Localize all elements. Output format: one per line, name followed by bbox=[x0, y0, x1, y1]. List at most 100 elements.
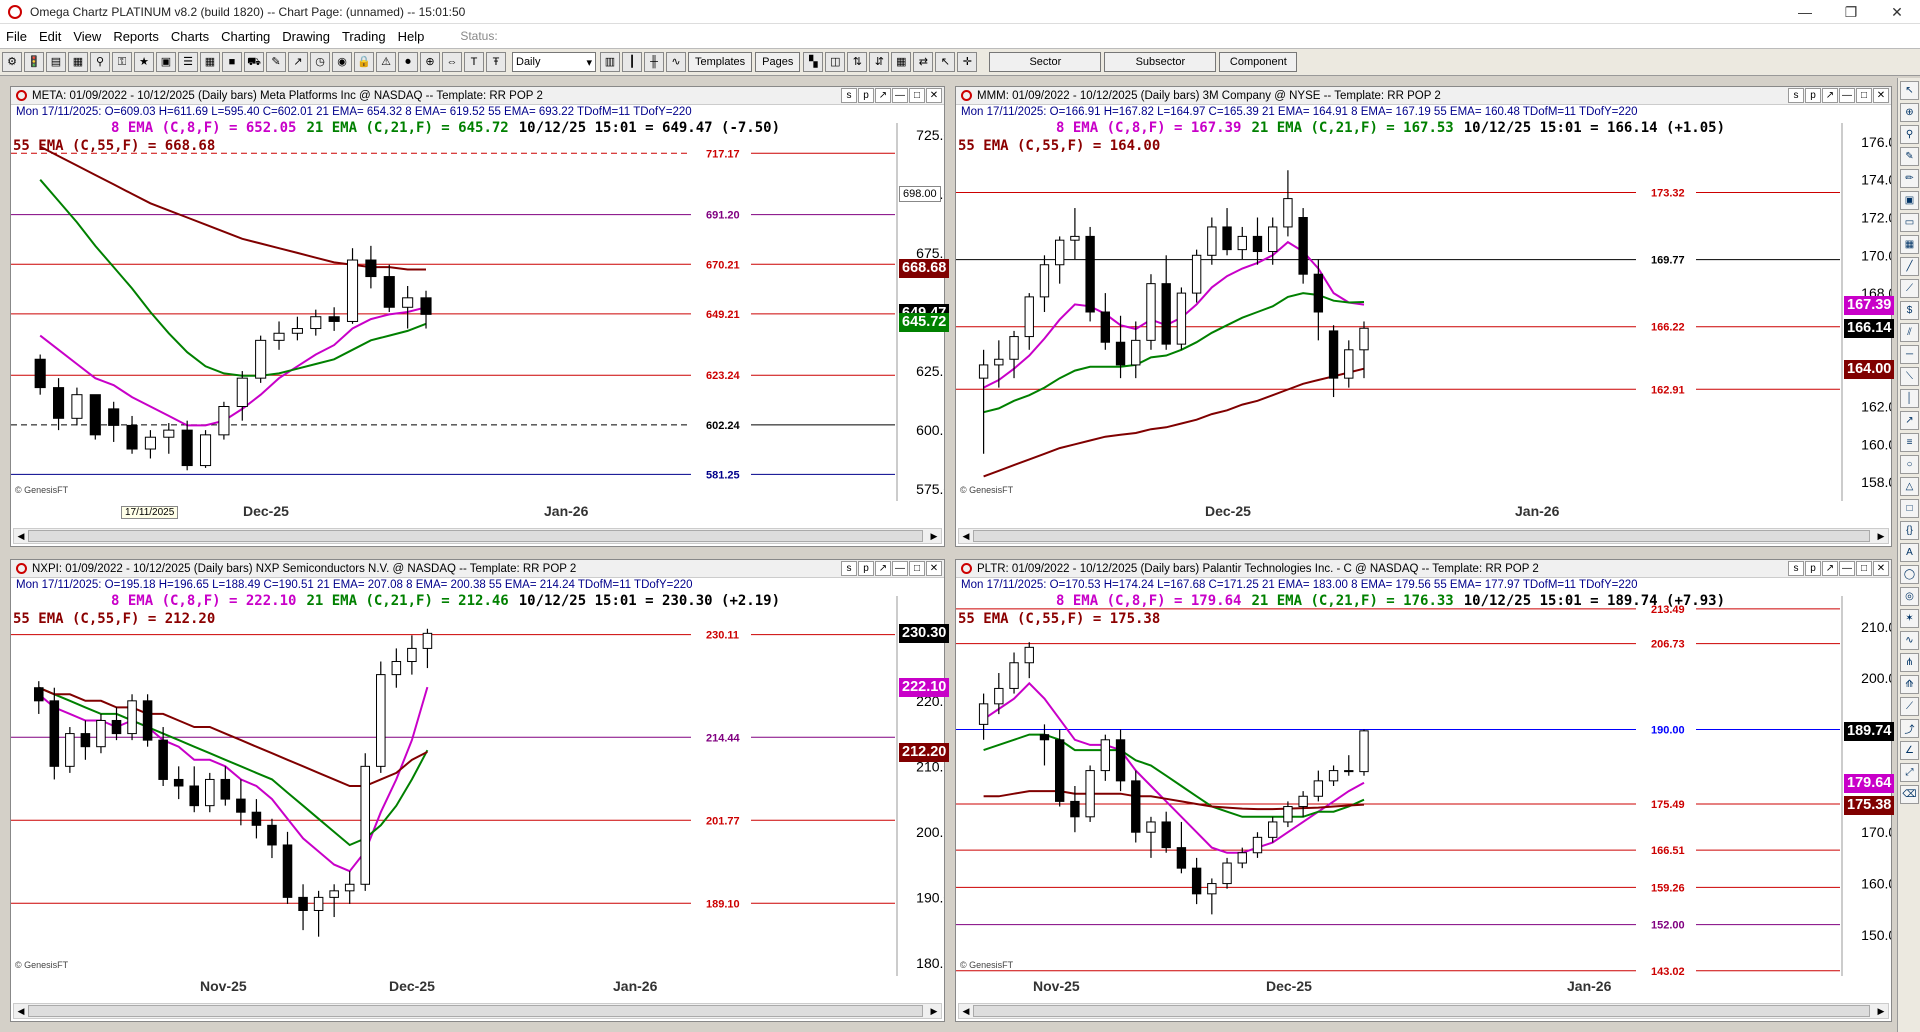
pages-button[interactable]: Pages bbox=[755, 52, 801, 72]
chart-grid-icon[interactable]: ▦ bbox=[891, 52, 912, 72]
candle-body[interactable] bbox=[189, 785, 200, 807]
candle-body[interactable] bbox=[199, 434, 212, 467]
candle-body[interactable] bbox=[267, 824, 277, 846]
candle-body[interactable] bbox=[1039, 264, 1050, 298]
candle-body[interactable] bbox=[236, 798, 246, 813]
text-tool-icon[interactable]: A bbox=[1900, 543, 1919, 562]
zoom-icon[interactable]: ⊕ bbox=[420, 52, 440, 72]
candle-body[interactable] bbox=[1359, 730, 1369, 773]
candle-body[interactable] bbox=[173, 778, 184, 787]
candle-body[interactable] bbox=[1085, 770, 1095, 818]
scroll-thumb[interactable] bbox=[28, 530, 923, 542]
square-tool-icon[interactable]: □ bbox=[1900, 499, 1919, 518]
candle-body[interactable] bbox=[1131, 780, 1141, 833]
lock-icon[interactable]: 🔒 bbox=[354, 52, 374, 72]
candle-body[interactable] bbox=[994, 358, 1004, 366]
p-button[interactable]: p bbox=[1805, 88, 1821, 103]
candle-body[interactable] bbox=[89, 394, 101, 436]
key-icon[interactable]: ⚿ bbox=[112, 52, 132, 72]
rect-tool-icon[interactable]: ▭ bbox=[1900, 213, 1919, 232]
p-button[interactable]: p bbox=[1805, 561, 1821, 576]
vline-tool-icon[interactable]: │ bbox=[1900, 389, 1919, 408]
scroll-left-icon[interactable]: ◀ bbox=[959, 1004, 973, 1018]
candle-body[interactable] bbox=[376, 674, 386, 767]
fib-tool-icon[interactable]: ≡ bbox=[1900, 433, 1919, 452]
pencil-tool-icon[interactable]: ✏ bbox=[1900, 169, 1919, 188]
candle-body[interactable] bbox=[218, 406, 230, 436]
candle-body[interactable] bbox=[1100, 311, 1111, 343]
split-icon[interactable]: ◫ bbox=[825, 52, 846, 72]
candle-body[interactable] bbox=[1252, 836, 1263, 854]
scroll-thumb[interactable] bbox=[973, 1005, 1870, 1017]
candle-body[interactable] bbox=[111, 719, 122, 735]
candle-body[interactable] bbox=[1055, 739, 1065, 802]
compare-icon[interactable]: ⇄ bbox=[913, 52, 934, 72]
component-button[interactable]: Component bbox=[1219, 52, 1298, 72]
menu-reports[interactable]: Reports bbox=[107, 29, 165, 44]
speed-tool-icon[interactable]: ⤴ bbox=[1900, 719, 1919, 738]
candle-body[interactable] bbox=[1222, 862, 1232, 885]
gann-tool-icon[interactable]: ✶ bbox=[1900, 609, 1919, 628]
menu-view[interactable]: View bbox=[67, 29, 107, 44]
minimize-icon[interactable]: — bbox=[892, 561, 908, 576]
popout-icon[interactable]: ↗ bbox=[1822, 88, 1838, 103]
chart-panel-3[interactable]: NXPI: 01/09/2022 - 10/12/2025 (Daily bar… bbox=[10, 559, 950, 1022]
candle-body[interactable] bbox=[391, 661, 402, 676]
minimize-icon[interactable]: — bbox=[892, 88, 908, 103]
text-icon[interactable]: T bbox=[464, 52, 484, 72]
menu-charting[interactable]: Charting bbox=[215, 29, 276, 44]
candle-body[interactable] bbox=[1283, 198, 1293, 228]
line-tool-icon[interactable]: ╱ bbox=[1900, 257, 1919, 276]
report-icon[interactable]: ▦ bbox=[68, 52, 88, 72]
ray-tool-icon[interactable]: ⟋ bbox=[1900, 279, 1919, 298]
price-chart[interactable]: 176.00174.00172.00170.00168.00166.00164.… bbox=[956, 123, 1891, 501]
price-chart[interactable]: 230.00220.00210.00200.00190.00180.00230.… bbox=[11, 596, 944, 976]
p-button[interactable]: p bbox=[858, 88, 874, 103]
candle-body[interactable] bbox=[144, 436, 156, 450]
candle-body[interactable] bbox=[1100, 739, 1111, 772]
candle-body[interactable] bbox=[365, 259, 377, 278]
candle-body[interactable] bbox=[127, 700, 137, 735]
s-button[interactable]: s bbox=[841, 561, 857, 576]
close-button[interactable]: ✕ bbox=[1874, 0, 1920, 24]
wave-tool-icon[interactable]: ∿ bbox=[1900, 631, 1919, 650]
hline-tool-icon[interactable]: ─ bbox=[1900, 345, 1919, 364]
candle-body[interactable] bbox=[1298, 217, 1308, 275]
image-tool-icon[interactable]: ▣ bbox=[1900, 191, 1919, 210]
candle-body[interactable] bbox=[1161, 821, 1171, 849]
candle-body[interactable] bbox=[420, 297, 432, 315]
layout-icon[interactable]: ▚ bbox=[803, 52, 824, 72]
menu-edit[interactable]: Edit bbox=[33, 29, 67, 44]
scroll-thumb[interactable] bbox=[28, 1005, 923, 1017]
candle-body[interactable] bbox=[1024, 296, 1034, 338]
pencil-icon[interactable]: ✎ bbox=[266, 52, 286, 72]
maximize-icon[interactable]: □ bbox=[909, 88, 925, 103]
close-icon[interactable]: ✕ bbox=[926, 88, 942, 103]
trend-tool-icon[interactable]: ⟍ bbox=[1900, 367, 1919, 386]
candle-body[interactable] bbox=[1237, 852, 1247, 864]
candle-body[interactable] bbox=[1268, 821, 1278, 838]
sector-button[interactable]: Sector bbox=[989, 52, 1102, 72]
candle-icon[interactable]: ┃ bbox=[622, 52, 642, 72]
regression-tool-icon[interactable]: ⟋ bbox=[1900, 697, 1919, 716]
settings-icon[interactable]: ⚙ bbox=[2, 52, 22, 72]
horizontal-scrollbar[interactable]: ◀ ▶ bbox=[958, 528, 1889, 544]
truck-icon[interactable]: ⛟ bbox=[244, 52, 264, 72]
panel-title-bar[interactable]: META: 01/09/2022 - 10/12/2025 (Daily bar… bbox=[11, 87, 944, 105]
popout-icon[interactable]: ↗ bbox=[875, 88, 891, 103]
menu-charts[interactable]: Charts bbox=[165, 29, 215, 44]
close-icon[interactable]: ✕ bbox=[926, 561, 942, 576]
candle-body[interactable] bbox=[328, 316, 340, 322]
candle-body[interactable] bbox=[273, 332, 285, 341]
candle-body[interactable] bbox=[71, 394, 83, 419]
crosshair-icon[interactable]: ✛ bbox=[957, 52, 978, 72]
candle-body[interactable] bbox=[220, 778, 231, 800]
candle-body[interactable] bbox=[65, 733, 75, 767]
scroll-icon[interactable]: ⇔ bbox=[442, 52, 462, 72]
scroll-right-icon[interactable]: ▶ bbox=[1874, 529, 1888, 543]
candle-body[interactable] bbox=[282, 844, 293, 898]
minimize-icon[interactable]: — bbox=[1839, 561, 1855, 576]
candle-body[interactable] bbox=[1328, 770, 1339, 782]
candle-body[interactable] bbox=[1191, 867, 1202, 895]
candle-body[interactable] bbox=[33, 687, 44, 702]
